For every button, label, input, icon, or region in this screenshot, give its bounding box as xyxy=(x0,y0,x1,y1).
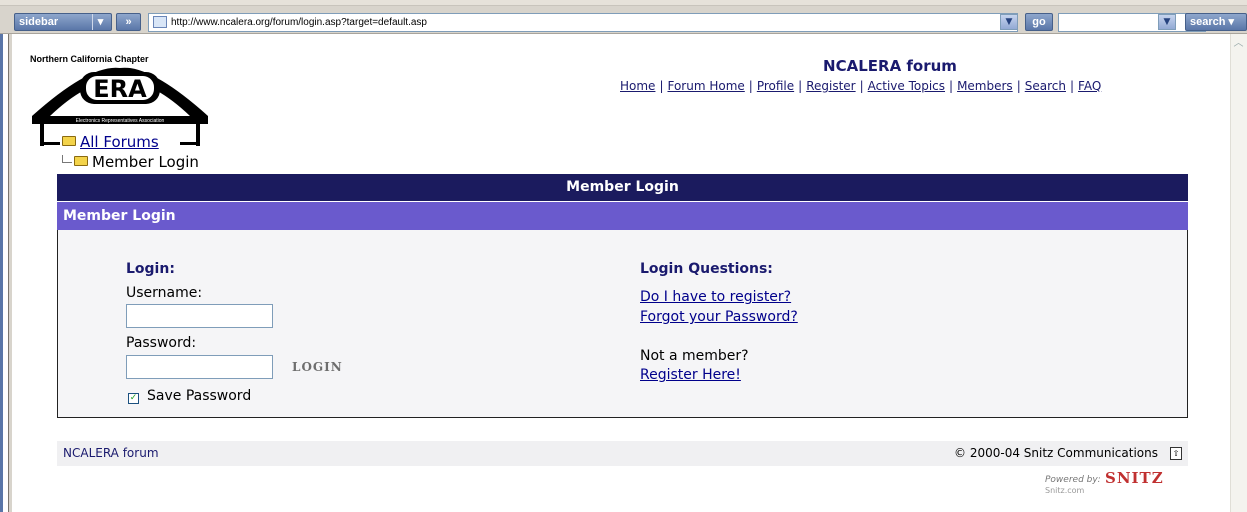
nav-active-topics[interactable]: Active Topics xyxy=(868,79,945,93)
nav-home[interactable]: Home xyxy=(620,79,655,93)
sidebar-button[interactable]: sidebar ▾ xyxy=(14,13,112,31)
tree-connector-icon xyxy=(62,155,72,163)
address-bar[interactable]: http://www.ncalera.org/forum/login.asp?t… xyxy=(148,13,1018,32)
go-to-top-icon[interactable]: ⇧ xyxy=(1170,447,1182,460)
snitz-site-text: Snitz.com xyxy=(1045,486,1085,495)
window-border xyxy=(8,34,12,512)
nav-forum-home[interactable]: Forum Home xyxy=(667,79,744,93)
folder-icon xyxy=(62,136,76,146)
snitz-logo-text: SNITZ xyxy=(1105,469,1164,487)
footer-forum-name: NCALERA forum xyxy=(63,446,159,460)
double-chevron-button[interactable]: » xyxy=(116,13,141,31)
sidebar-button-label: sidebar xyxy=(19,16,59,28)
save-password-label: Save Password xyxy=(147,388,252,404)
login-questions-heading: Login Questions: xyxy=(640,261,773,277)
chevron-down-icon[interactable]: ▾ xyxy=(92,14,108,30)
browser-toolbar: sidebar ▾ » http://www.ncalera.org/forum… xyxy=(0,0,1247,34)
page-icon xyxy=(153,16,167,28)
password-input[interactable] xyxy=(126,355,273,379)
go-button[interactable]: go xyxy=(1025,13,1053,31)
all-forums-link[interactable]: All Forums xyxy=(80,133,159,151)
footer-bar: NCALERA forum © 2000-04 Snitz Communicat… xyxy=(57,441,1188,466)
svg-text:Electronics Representatives As: Electronics Representatives Association xyxy=(76,118,165,124)
menu-strip xyxy=(0,0,1247,6)
search-button-label: search xyxy=(1190,16,1226,28)
panel-subheader: Member Login xyxy=(57,202,1188,230)
login-button[interactable]: LOGIN xyxy=(292,360,343,374)
login-heading: Login: xyxy=(126,261,175,277)
address-url: http://www.ncalera.org/forum/login.asp?t… xyxy=(171,17,427,28)
username-label: Username: xyxy=(126,285,203,301)
save-password-option[interactable]: ✓ Save Password xyxy=(128,388,251,404)
save-password-checkbox[interactable]: ✓ xyxy=(128,393,139,404)
powered-by-snitz-logo[interactable]: Powered by: SNITZ Snitz.com xyxy=(1045,467,1185,497)
panel-header: Member Login xyxy=(57,174,1188,201)
open-folder-icon xyxy=(74,156,88,166)
nav-faq[interactable]: FAQ xyxy=(1078,79,1101,93)
not-member-text: Not a member? xyxy=(640,348,749,364)
forum-title: NCALERA forum xyxy=(823,57,957,75)
nav-members[interactable]: Members xyxy=(957,79,1013,93)
powered-by-text: Powered by: xyxy=(1045,475,1101,485)
window-frame-left xyxy=(0,34,3,512)
search-button[interactable]: search ▾ xyxy=(1185,13,1247,31)
breadcrumb-current-label: Member Login xyxy=(92,153,199,171)
nav-search[interactable]: Search xyxy=(1025,79,1066,93)
breadcrumb-all-forums: All Forums xyxy=(62,133,159,151)
address-dropdown-icon[interactable]: ▼ xyxy=(1000,14,1018,30)
breadcrumb-current: Member Login xyxy=(62,153,199,171)
top-navigation: Home | Forum Home | Profile | Register | Active … xyxy=(620,79,1102,93)
nav-register[interactable]: Register xyxy=(806,79,855,93)
search-dropdown-icon[interactable]: ▼ xyxy=(1158,14,1176,30)
register-question-link[interactable]: Do I have to register? xyxy=(640,289,791,305)
username-input[interactable] xyxy=(126,304,273,328)
copyright-text: © 2000-04 Snitz Communications xyxy=(954,446,1158,460)
forgot-password-link[interactable]: Forgot your Password? xyxy=(640,309,798,325)
nav-profile[interactable]: Profile xyxy=(757,79,794,93)
vertical-scrollbar[interactable] xyxy=(1230,34,1247,512)
password-label: Password: xyxy=(126,335,197,351)
toolbar-search-input[interactable] xyxy=(1058,13,1206,32)
register-here-link[interactable]: Register Here! xyxy=(640,367,741,383)
scroll-up-icon[interactable]: ︿ xyxy=(1231,36,1246,51)
